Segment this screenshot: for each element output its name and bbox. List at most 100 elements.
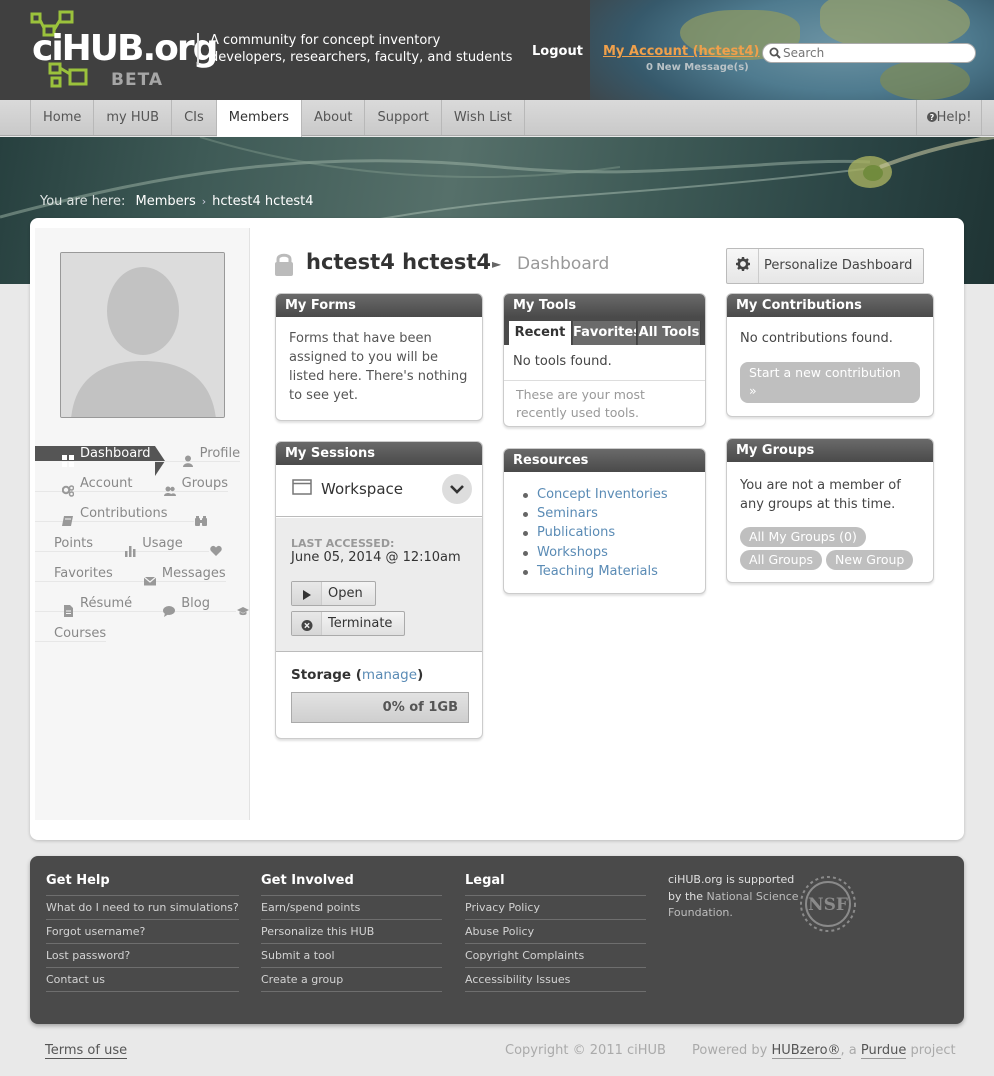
- sidebar-item-profile[interactable]: Profile: [154, 446, 241, 467]
- default-avatar-icon: [61, 253, 224, 417]
- all-groups-button[interactable]: All Groups: [740, 550, 823, 570]
- sidebar-item-account[interactable]: Account: [35, 476, 137, 497]
- tab-all-tools[interactable]: All Tools: [638, 321, 701, 345]
- my-account-link[interactable]: My Account (hctest4): [603, 44, 759, 59]
- no-tools-text: No tools found.: [513, 354, 612, 369]
- my-contributions-module: My Contributions No contributions found.…: [726, 293, 934, 417]
- gears-icon: [62, 485, 74, 497]
- terms-of-use-link[interactable]: Terms of use: [45, 1043, 128, 1059]
- footer-link[interactable]: Accessibility Issues: [465, 968, 646, 992]
- purdue-link[interactable]: Purdue: [860, 1043, 907, 1059]
- footer-link[interactable]: Create a group: [261, 968, 442, 992]
- sidebar-item-label: Account: [80, 476, 133, 491]
- footer-col-legal: Legal Privacy Policy Abuse Policy Copyri…: [465, 872, 646, 992]
- search-input[interactable]: [783, 45, 969, 61]
- sidebar-item-usage[interactable]: Usage: [97, 536, 183, 557]
- sidebar-item-label: Points: [54, 536, 94, 551]
- member-sidebar: Dashboard Profile Account Groups Contrib…: [35, 228, 250, 820]
- session-header[interactable]: Workspace: [276, 465, 482, 517]
- bar-chart-icon: [125, 546, 136, 557]
- tab-favorites[interactable]: Favorites: [573, 321, 637, 345]
- sidebar-item-messages[interactable]: Messages: [116, 566, 226, 586]
- resource-link-concept-inventories[interactable]: Concept Inventories: [523, 485, 705, 504]
- open-label: Open: [328, 586, 363, 601]
- footer-col-get-involved: Get Involved Earn/spend points Personali…: [261, 872, 442, 992]
- breadcrumb-member[interactable]: hctest4 hctest4: [212, 194, 313, 209]
- globe-land: [880, 60, 970, 100]
- module-title: My Tools: [504, 294, 705, 317]
- all-my-groups-button[interactable]: All My Groups (0): [740, 527, 866, 547]
- footer-link[interactable]: Contact us: [46, 968, 239, 992]
- nav-tab-wish-list[interactable]: Wish List: [442, 100, 525, 135]
- tab-recent[interactable]: Recent: [509, 321, 572, 345]
- storage-manage-link[interactable]: manage: [362, 667, 417, 683]
- powered-mid: , a: [840, 1043, 857, 1058]
- resource-link-teaching-materials[interactable]: Teaching Materials: [523, 562, 705, 581]
- tools-tab-bar: Recent Favorites All Tools: [504, 317, 705, 345]
- sidebar-item-label: Favorites: [54, 566, 113, 581]
- footer-link[interactable]: Lost password?: [46, 944, 239, 968]
- logout-link[interactable]: Logout: [532, 44, 583, 59]
- sidebar-item-contributions[interactable]: Contributions: [35, 506, 168, 526]
- footer-col-title: Get Help: [46, 872, 239, 896]
- close-circle-icon: [301, 620, 313, 631]
- footer-col-get-help: Get Help What do I need to run simulatio…: [46, 872, 239, 992]
- new-group-button[interactable]: New Group: [826, 550, 914, 570]
- breadcrumb-members[interactable]: Members: [136, 194, 196, 209]
- help-link[interactable]: ? Help!: [916, 100, 982, 135]
- footer-link[interactable]: Copyright Complaints: [465, 944, 646, 968]
- site-logo[interactable]: ciHUB.org BETA: [30, 10, 218, 90]
- nav-tab-home[interactable]: Home: [31, 100, 95, 135]
- footer-link[interactable]: Forgot username?: [46, 920, 239, 944]
- help-label: Help!: [936, 110, 972, 125]
- sidebar-item-resume[interactable]: Résumé: [35, 596, 137, 617]
- storage-value: 0% of 1GB: [382, 700, 458, 715]
- gear-icon-wrap: [727, 249, 759, 283]
- footer-link[interactable]: Abuse Policy: [465, 920, 646, 944]
- module-title: My Contributions: [727, 294, 933, 317]
- breadcrumb-prefix: You are here:: [40, 194, 126, 209]
- footer-link[interactable]: Personalize this HUB: [261, 920, 442, 944]
- resource-link-publications[interactable]: Publications: [523, 523, 705, 542]
- start-contribution-button[interactable]: Start a new contribution »: [740, 362, 920, 403]
- nav-tab-support[interactable]: Support: [365, 100, 442, 135]
- open-session-button[interactable]: Open: [291, 581, 376, 606]
- expand-toggle[interactable]: [442, 474, 472, 504]
- terminate-session-button[interactable]: Terminate: [291, 611, 405, 636]
- footer-link[interactable]: Earn/spend points: [261, 896, 442, 920]
- my-groups-module: My Groups You are not a member of any gr…: [726, 438, 934, 583]
- personalize-dashboard-button[interactable]: Personalize Dashboard: [726, 248, 924, 284]
- graduation-cap-icon: [237, 607, 250, 616]
- sidebar-item-dashboard[interactable]: Dashboard: [35, 446, 155, 467]
- logo-beta-label: BETA: [111, 70, 164, 90]
- svg-text:?: ?: [929, 113, 934, 122]
- sidebar-item-label: Blog: [181, 596, 211, 611]
- my-forms-text: Forms that have been assigned to you wil…: [289, 331, 468, 403]
- nsf-logo: NSF: [800, 876, 856, 932]
- nav-tab-members[interactable]: Members: [216, 100, 303, 137]
- new-messages-link[interactable]: 0 New Message(s): [646, 62, 749, 73]
- nav-tab-cis[interactable]: CIs: [172, 100, 217, 135]
- sidebar-item-label: Messages: [161, 566, 226, 581]
- footer-link[interactable]: Privacy Policy: [465, 896, 646, 920]
- resource-link-seminars[interactable]: Seminars: [523, 504, 705, 523]
- last-accessed-value: June 05, 2014 @ 12:10am: [291, 550, 461, 565]
- powered-by-text: Powered by HUBzero®, a Purdue project: [692, 1043, 956, 1059]
- breadcrumb: You are here: Members › hctest4 hctest4: [40, 194, 314, 209]
- resource-link-workshops[interactable]: Workshops: [523, 543, 705, 562]
- hubzero-link[interactable]: HUBzero®: [771, 1043, 841, 1059]
- nav-tab-about[interactable]: About: [302, 100, 366, 135]
- footer-link[interactable]: What do I need to run simulations?: [46, 896, 239, 920]
- sidebar-item-blog[interactable]: Blog: [136, 596, 211, 617]
- breadcrumb-separator: ›: [201, 195, 207, 208]
- user-icon: [182, 455, 193, 467]
- storage-label: Storage: [291, 667, 352, 683]
- tools-divider: [504, 380, 705, 381]
- search-box[interactable]: [762, 43, 976, 63]
- resources-module: Resources Concept Inventories Seminars P…: [503, 448, 706, 594]
- resources-list: Concept Inventories Seminars Publication…: [504, 472, 705, 581]
- nav-tab-my-hub[interactable]: my HUB: [94, 100, 173, 135]
- sidebar-item-groups[interactable]: Groups: [136, 476, 228, 496]
- window-icon: [292, 479, 312, 495]
- footer-link[interactable]: Submit a tool: [261, 944, 442, 968]
